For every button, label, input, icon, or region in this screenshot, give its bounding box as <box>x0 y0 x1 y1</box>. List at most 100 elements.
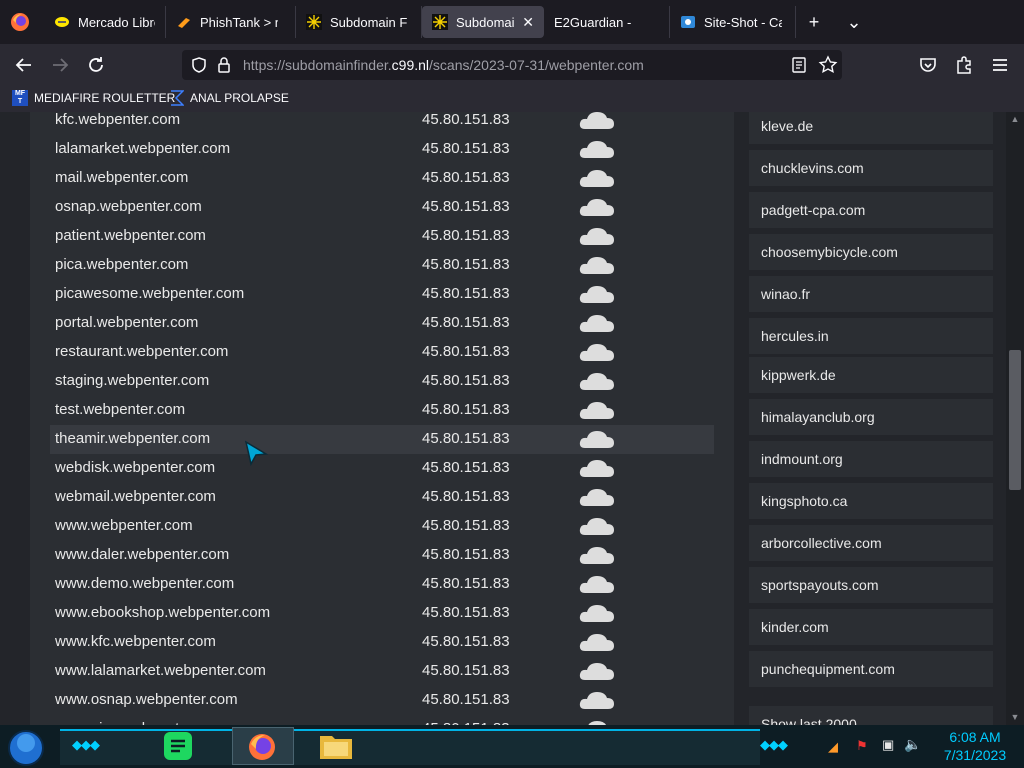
start-orb-icon[interactable] <box>7 729 45 767</box>
subdomain-cell[interactable]: mail.webpenter.com <box>55 169 188 186</box>
scroll-thumb[interactable] <box>1009 350 1021 490</box>
table-row: staging.webpenter.com 45.80.151.83 <box>50 367 714 396</box>
mouse-cursor-icon <box>244 440 269 467</box>
recent-scan-item[interactable]: kippwerk.de <box>749 357 993 393</box>
bookmark-anal-prolapse[interactable]: ANAL PROLAPSE <box>170 90 289 106</box>
subdomain-cell[interactable]: portal.webpenter.com <box>55 314 198 331</box>
recent-scan-item[interactable]: chucklevins.com <box>749 150 993 186</box>
table-row: webdisk.webpenter.com 45.80.151.83 <box>50 454 714 483</box>
ip-address-cell[interactable]: 45.80.151.83 <box>422 285 510 302</box>
subdomain-cell[interactable]: www.lalamarket.webpenter.com <box>55 662 266 679</box>
firefox-taskbar-button[interactable] <box>232 727 294 765</box>
recent-scan-item[interactable]: kingsphoto.ca <box>749 483 993 519</box>
pocket-icon[interactable] <box>916 53 940 77</box>
ip-address-cell[interactable]: 45.80.151.83 <box>422 488 510 505</box>
ip-address-cell[interactable]: 45.80.151.83 <box>422 517 510 534</box>
clock[interactable]: 6:08 AM 7/31/2023 <box>934 728 1016 764</box>
recent-scan-domain: padgett-cpa.com <box>761 202 866 218</box>
subdomain-cell[interactable]: restaurant.webpenter.com <box>55 343 228 360</box>
ip-address-cell[interactable]: 45.80.151.83 <box>422 691 510 708</box>
subdomain-cell[interactable]: www.daler.webpenter.com <box>55 546 229 563</box>
ip-address-cell[interactable]: 45.80.151.83 <box>422 633 510 650</box>
ip-address-cell[interactable]: 45.80.151.83 <box>422 343 510 360</box>
ip-address-cell[interactable]: 45.80.151.83 <box>422 112 510 128</box>
address-bar[interactable]: https://subdomainfinder.c99.nl/scans/202… <box>182 50 842 80</box>
recent-scan-item[interactable]: sportspayouts.com <box>749 567 993 603</box>
tray-flag-alert-icon[interactable]: ⚑ <box>856 738 868 754</box>
recent-scan-item[interactable]: punchequipment.com <box>749 651 993 687</box>
close-tab-icon[interactable]: ✕ <box>522 14 534 31</box>
list-all-tabs-button[interactable]: ⌄ <box>840 10 868 34</box>
tab-1[interactable]: Mercado Libre <box>44 6 166 38</box>
show-last-2000-button[interactable]: Show last 2000 <box>749 706 993 725</box>
ip-address-cell[interactable]: 45.80.151.83 <box>422 575 510 592</box>
recent-scan-item[interactable]: winao.fr <box>749 276 993 312</box>
subdomain-cell[interactable]: www.demo.webpenter.com <box>55 575 234 592</box>
ip-address-cell[interactable]: 45.80.151.83 <box>422 140 510 157</box>
ip-address-cell[interactable]: 45.80.151.83 <box>422 604 510 621</box>
subdomain-cell[interactable]: patient.webpenter.com <box>55 227 206 244</box>
recent-scan-item[interactable]: indmount.org <box>749 441 993 477</box>
recent-scan-item[interactable]: himalayanclub.org <box>749 399 993 435</box>
subdomain-cell[interactable]: webdisk.webpenter.com <box>55 459 215 476</box>
subdomain-cell[interactable]: www.osnap.webpenter.com <box>55 691 238 708</box>
subdomain-cell[interactable]: www.webpenter.com <box>55 517 193 534</box>
url-text[interactable]: https://subdomainfinder.c99.nl/scans/202… <box>243 57 644 73</box>
ip-address-cell[interactable]: 45.80.151.83 <box>422 256 510 273</box>
scroll-up-arrow-icon[interactable]: ▲ <box>1010 114 1020 124</box>
recent-scan-item[interactable]: kleve.de <box>749 112 993 144</box>
reload-icon[interactable] <box>84 53 108 77</box>
ip-address-cell[interactable]: 45.80.151.83 <box>422 546 510 563</box>
spotify-app-icon[interactable] <box>162 730 194 762</box>
new-tab-button[interactable]: + <box>800 10 828 34</box>
tab-5[interactable]: E2Guardian - Acces <box>544 6 670 38</box>
forward-arrow-icon[interactable] <box>48 53 72 77</box>
subdomain-cell[interactable]: webmail.webpenter.com <box>55 488 216 505</box>
subdomain-cell[interactable]: test.webpenter.com <box>55 401 185 418</box>
subdomain-cell[interactable]: staging.webpenter.com <box>55 372 209 389</box>
tracking-protection-shield-icon[interactable] <box>190 56 208 74</box>
firefox-menu-icon[interactable] <box>10 12 30 32</box>
subdomain-cell[interactable]: osnap.webpenter.com <box>55 198 202 215</box>
ip-address-cell[interactable]: 45.80.151.83 <box>422 198 510 215</box>
tab-2[interactable]: PhishTank > n0 <box>166 6 296 38</box>
recent-scan-item[interactable]: choosemybicycle.com <box>749 234 993 270</box>
recent-scan-item[interactable]: arborcollective.com <box>749 525 993 561</box>
scroll-down-arrow-icon[interactable]: ▼ <box>1010 712 1020 722</box>
ip-address-cell[interactable]: 45.80.151.83 <box>422 314 510 331</box>
ip-address-cell[interactable]: 45.80.151.83 <box>422 430 510 447</box>
hamburger-menu-icon[interactable] <box>988 53 1012 77</box>
ip-address-cell[interactable]: 45.80.151.83 <box>422 372 510 389</box>
extensions-puzzle-icon[interactable] <box>952 53 976 77</box>
tray-network-icon[interactable]: ▣ <box>882 737 894 753</box>
back-arrow-icon[interactable] <box>12 53 36 77</box>
bookmark-mediafire-rouletter[interactable]: MF T MEDIAFIRE ROULETTER <box>12 90 175 106</box>
subdomain-cell[interactable]: www.ebookshop.webpenter.com <box>55 604 270 621</box>
show-last-label: Show last 2000 <box>761 716 857 725</box>
tab-4[interactable]: Subdomain F ✕ <box>422 6 544 38</box>
bookmark-star-icon[interactable] <box>818 55 838 75</box>
subdomain-cell[interactable]: lalamarket.webpenter.com <box>55 140 230 157</box>
tab-3[interactable]: Subdomain Fin <box>296 6 422 38</box>
ip-address-cell[interactable]: 45.80.151.83 <box>422 227 510 244</box>
lock-icon[interactable] <box>216 56 232 74</box>
reader-view-icon[interactable] <box>790 56 808 74</box>
tray-volume-icon[interactable]: 🔈 <box>904 736 921 753</box>
ip-address-cell[interactable]: 45.80.151.83 <box>422 662 510 679</box>
subdomain-cell[interactable]: pica.webpenter.com <box>55 256 188 273</box>
table-row: www.pica.webpenter.com45.80.151.83 <box>50 715 714 725</box>
ip-address-cell[interactable]: 45.80.151.83 <box>422 459 510 476</box>
subdomain-cell[interactable]: picawesome.webpenter.com <box>55 285 244 302</box>
recent-scan-item[interactable]: hercules.in <box>749 318 993 354</box>
recent-scan-item[interactable]: kinder.com <box>749 609 993 645</box>
recent-scan-item[interactable]: padgett-cpa.com <box>749 192 993 228</box>
page-scrollbar[interactable]: ▲ ▼ <box>1006 112 1024 725</box>
ip-address-cell[interactable]: 45.80.151.83 <box>422 401 510 418</box>
ip-address-cell[interactable]: 45.80.151.83 <box>422 169 510 186</box>
subdomain-cell[interactable]: kfc.webpenter.com <box>55 112 180 128</box>
subdomain-cell[interactable]: theamir.webpenter.com <box>55 430 210 447</box>
tray-flame-icon[interactable]: ◢ <box>828 739 838 755</box>
tab-6[interactable]: Site-Shot - Cap <box>670 6 796 38</box>
subdomain-cell[interactable]: www.kfc.webpenter.com <box>55 633 216 650</box>
file-explorer-app-icon[interactable] <box>318 730 354 762</box>
